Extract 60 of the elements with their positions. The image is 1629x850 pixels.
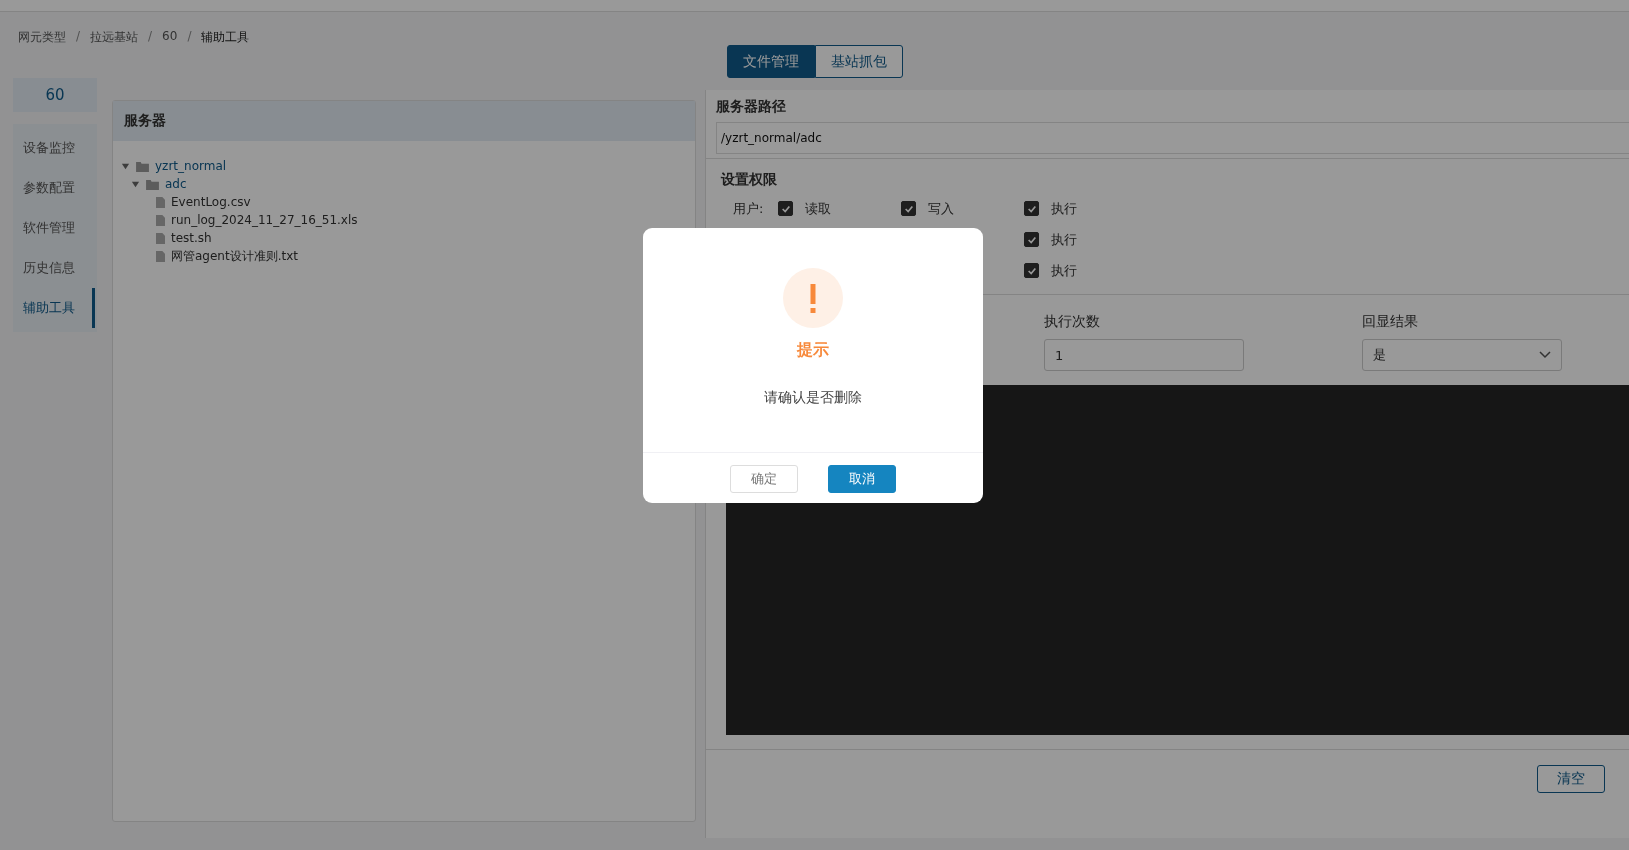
dialog-message: 请确认是否删除 bbox=[764, 389, 862, 407]
section-title: 服务器路径 bbox=[716, 98, 787, 116]
breadcrumb-separator: / bbox=[187, 29, 192, 45]
checkbox[interactable] bbox=[901, 201, 916, 216]
sidebar-item[interactable]: 历史信息 bbox=[13, 248, 95, 288]
file-icon bbox=[156, 250, 165, 262]
tree-item[interactable]: test.sh bbox=[171, 231, 212, 245]
device-title: 60 bbox=[13, 78, 97, 112]
panel-title: 服务器 bbox=[124, 112, 166, 130]
caret-down-icon[interactable] bbox=[121, 161, 130, 171]
tree-item[interactable]: 网管agent设计准则.txt bbox=[171, 247, 298, 265]
checkmark-icon bbox=[1026, 265, 1037, 276]
folder-icon bbox=[136, 160, 149, 172]
permission-role: 用户: bbox=[733, 200, 764, 216]
breadcrumb-item: 辅助工具 bbox=[201, 29, 250, 46]
checkbox[interactable] bbox=[1024, 201, 1039, 216]
section-title: 设置权限 bbox=[721, 171, 778, 189]
tree-item[interactable]: adc bbox=[165, 177, 187, 191]
folder-icon bbox=[146, 178, 159, 190]
field-label: 执行次数 bbox=[1044, 313, 1101, 331]
checkmark-icon bbox=[903, 203, 914, 214]
file-icon bbox=[156, 214, 165, 226]
input-field[interactable]: 1 bbox=[1044, 339, 1244, 371]
view-tab[interactable]: 文件管理 bbox=[726, 45, 815, 78]
cancel-button[interactable]: 取消 bbox=[828, 465, 896, 493]
checkbox-label: 执行 bbox=[1051, 199, 1077, 218]
breadcrumb-separator: / bbox=[76, 29, 81, 45]
sidebar-item[interactable]: 参数配置 bbox=[13, 168, 95, 208]
dialog-title: 提示 bbox=[797, 340, 829, 361]
checkbox-label: 写入 bbox=[928, 199, 954, 218]
checkbox[interactable] bbox=[778, 201, 793, 216]
path-field[interactable]: /yzrt_normal/adc bbox=[716, 122, 1629, 154]
checkbox-label: 执行 bbox=[1051, 261, 1077, 280]
breadcrumb-item[interactable]: 60 bbox=[162, 29, 178, 47]
sidebar-item[interactable]: 软件管理 bbox=[13, 208, 95, 248]
checkmark-icon bbox=[1026, 234, 1037, 245]
breadcrumb-item[interactable]: 网元类型 bbox=[18, 29, 66, 47]
select-field[interactable]: 是 bbox=[1362, 339, 1562, 371]
chevron-down-icon bbox=[1539, 351, 1551, 359]
field-label: 回显结果 bbox=[1362, 313, 1419, 331]
checkbox[interactable] bbox=[1024, 263, 1039, 278]
clear-button[interactable]: 清空 bbox=[1537, 765, 1605, 793]
warning-icon bbox=[783, 268, 843, 328]
confirm-button[interactable]: 确定 bbox=[730, 465, 798, 493]
sidebar-item[interactable]: 设备监控 bbox=[13, 128, 95, 168]
checkbox-label: 读取 bbox=[805, 199, 831, 218]
checkbox-label: 执行 bbox=[1051, 230, 1077, 249]
caret-down-icon[interactable] bbox=[131, 179, 140, 189]
checkmark-icon bbox=[1026, 203, 1037, 214]
breadcrumb-separator: / bbox=[148, 29, 153, 45]
file-icon bbox=[156, 196, 165, 208]
tree-item[interactable]: EventLog.csv bbox=[171, 195, 251, 209]
tree-item[interactable]: run_log_2024_11_27_16_51.xls bbox=[171, 213, 358, 227]
checkmark-icon bbox=[780, 203, 791, 214]
tree-item[interactable]: yzrt_normal bbox=[155, 159, 227, 173]
view-tab[interactable]: 基站抓包 bbox=[814, 45, 903, 78]
breadcrumb-item[interactable]: 拉远基站 bbox=[90, 29, 139, 47]
checkbox[interactable] bbox=[1024, 232, 1039, 247]
file-icon bbox=[156, 232, 165, 244]
sidebar-item[interactable]: 辅助工具 bbox=[13, 288, 95, 328]
